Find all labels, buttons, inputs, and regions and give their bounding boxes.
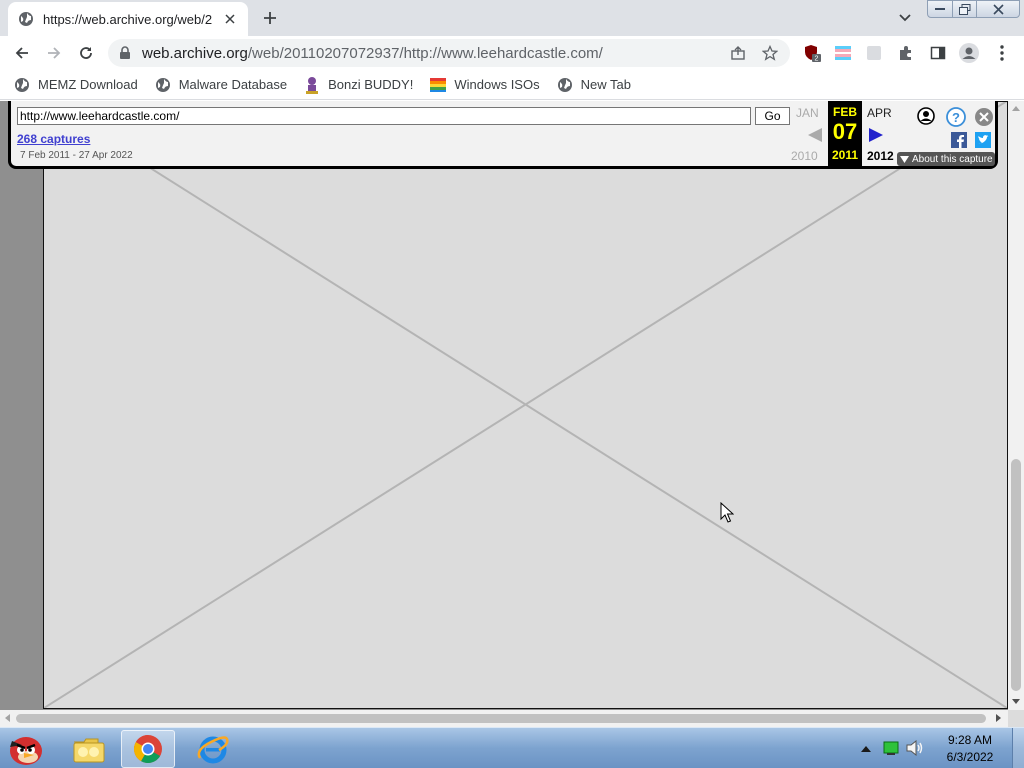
captures-link[interactable]: 268 captures bbox=[17, 132, 90, 146]
windows-icon bbox=[430, 77, 447, 93]
share-icon[interactable] bbox=[729, 44, 747, 62]
address-text: web.archive.org/web/20110207072937/http:… bbox=[142, 44, 603, 62]
mouse-cursor-icon bbox=[720, 501, 735, 524]
side-panel-icon[interactable] bbox=[929, 44, 947, 62]
globe-icon bbox=[155, 77, 171, 93]
system-clock[interactable]: 9:28 AM 6/3/2022 bbox=[934, 732, 1006, 766]
scrollbar-corner bbox=[1008, 710, 1024, 727]
internet-explorer-icon[interactable] bbox=[188, 730, 238, 768]
ublock-extension-icon[interactable]: 2 bbox=[803, 44, 821, 62]
clock-time: 9:28 AM bbox=[947, 733, 993, 747]
globe-icon bbox=[18, 11, 34, 27]
current-month: FEB bbox=[833, 105, 857, 119]
address-bar[interactable]: web.archive.org/web/20110207072937/http:… bbox=[108, 39, 790, 67]
help-icon[interactable]: ? bbox=[946, 107, 966, 127]
vertical-scrollbar[interactable] bbox=[1008, 101, 1024, 710]
bookmark-label: Bonzi BUDDY! bbox=[328, 77, 414, 92]
bookmark-memz-download[interactable]: MEMZ Download bbox=[14, 73, 138, 97]
globe-icon bbox=[557, 77, 573, 93]
menu-kebab-icon[interactable] bbox=[993, 44, 1011, 62]
facebook-icon[interactable] bbox=[951, 132, 967, 148]
bookmarks-bar: MEMZ Download Malware Database Bonzi BUD… bbox=[0, 70, 1024, 100]
browser-toolbar: web.archive.org/web/20110207072937/http:… bbox=[0, 36, 1024, 70]
bookmark-windows-isos[interactable]: Windows ISOs bbox=[430, 73, 540, 97]
prev-year-label[interactable]: 2010 bbox=[791, 149, 818, 163]
scroll-left-arrow-icon[interactable] bbox=[5, 714, 10, 722]
triangle-down-icon bbox=[900, 155, 909, 163]
bookmark-bonzi-buddy[interactable]: Bonzi BUDDY! bbox=[304, 73, 413, 97]
about-capture-label: About this capture bbox=[912, 153, 993, 165]
prev-capture-arrow-icon[interactable] bbox=[808, 128, 822, 142]
bookmark-malware-database[interactable]: Malware Database bbox=[155, 73, 287, 97]
minimize-button[interactable] bbox=[927, 0, 953, 18]
profile-avatar[interactable] bbox=[959, 43, 979, 63]
blank-extension-icon[interactable] bbox=[865, 44, 883, 62]
chrome-icon bbox=[134, 735, 162, 763]
scroll-down-arrow-icon[interactable] bbox=[1012, 699, 1020, 704]
bookmark-label: Malware Database bbox=[178, 77, 288, 92]
bookmark-star-icon[interactable] bbox=[761, 44, 779, 62]
scroll-up-arrow-icon[interactable] bbox=[1012, 106, 1020, 111]
hero-photo bbox=[44, 101, 1007, 708]
start-button-angry-bird-icon[interactable] bbox=[2, 730, 50, 768]
tab-strip: https://web.archive.org/web/2 bbox=[0, 0, 1024, 36]
capture-date-range: 7 Feb 2011 - 27 Apr 2022 bbox=[20, 150, 133, 161]
scroll-right-arrow-icon[interactable] bbox=[996, 714, 1001, 722]
browser-tab[interactable]: https://web.archive.org/web/2 bbox=[8, 2, 248, 36]
network-icon[interactable] bbox=[882, 739, 900, 757]
wayback-toolbar: http://www.leehardcastle.com/ Go 268 cap… bbox=[8, 101, 998, 169]
back-button[interactable] bbox=[9, 40, 35, 66]
new-tab-button[interactable] bbox=[258, 6, 282, 30]
svg-text:?: ? bbox=[952, 110, 960, 125]
forward-button[interactable] bbox=[41, 40, 67, 66]
bookmark-new-tab[interactable]: New Tab bbox=[557, 73, 631, 97]
next-month-label[interactable]: APR bbox=[867, 106, 892, 120]
bookmark-label: New Tab bbox=[580, 77, 631, 92]
current-day: 07 bbox=[832, 119, 858, 144]
wayback-url-input[interactable]: http://www.leehardcastle.com/ bbox=[17, 107, 751, 125]
close-toolbar-icon[interactable] bbox=[974, 107, 994, 127]
chrome-taskbar-button[interactable] bbox=[121, 730, 175, 768]
bonzi-icon bbox=[304, 76, 320, 94]
page-viewport: http://www.leehardcastle.com/ Go 268 cap… bbox=[0, 101, 1008, 710]
restore-button[interactable] bbox=[952, 0, 977, 18]
windows-taskbar: 9:28 AM 6/3/2022 bbox=[0, 727, 1024, 768]
lock-icon[interactable] bbox=[119, 46, 133, 60]
globe-icon bbox=[14, 77, 30, 93]
next-capture-arrow-icon[interactable] bbox=[869, 128, 883, 142]
account-icon[interactable] bbox=[917, 107, 935, 125]
current-capture-date: FEB 07 2011 bbox=[828, 101, 862, 166]
volume-icon[interactable] bbox=[905, 739, 925, 757]
reload-button[interactable] bbox=[73, 40, 99, 66]
vertical-scroll-thumb[interactable] bbox=[1011, 459, 1021, 691]
about-capture-button[interactable]: About this capture bbox=[897, 152, 995, 166]
extensions-puzzle-icon[interactable] bbox=[897, 44, 915, 62]
close-tab-icon[interactable] bbox=[222, 11, 238, 27]
file-explorer-folder-icon[interactable] bbox=[64, 730, 114, 768]
close-window-button[interactable] bbox=[976, 0, 1020, 18]
tab-title: https://web.archive.org/web/2 bbox=[43, 11, 213, 27]
show-hidden-icons-arrow[interactable] bbox=[859, 741, 873, 755]
clock-date: 6/3/2022 bbox=[946, 750, 994, 764]
tab-search-chevron-icon[interactable] bbox=[893, 8, 917, 28]
bookmark-label: MEMZ Download bbox=[38, 77, 138, 92]
prev-month-label[interactable]: JAN bbox=[796, 106, 819, 120]
flag-extension-icon[interactable] bbox=[834, 44, 852, 62]
show-desktop-button[interactable] bbox=[1012, 728, 1024, 768]
svg-text:2: 2 bbox=[815, 56, 819, 63]
current-year: 2011 bbox=[831, 148, 859, 162]
wayback-go-button[interactable]: Go bbox=[755, 107, 790, 125]
next-year-label[interactable]: 2012 bbox=[867, 149, 894, 163]
bookmark-label: Windows ISOs bbox=[454, 77, 540, 92]
horizontal-scroll-thumb[interactable] bbox=[16, 714, 986, 723]
twitter-icon[interactable] bbox=[975, 132, 991, 148]
horizontal-scrollbar[interactable] bbox=[0, 710, 1008, 727]
